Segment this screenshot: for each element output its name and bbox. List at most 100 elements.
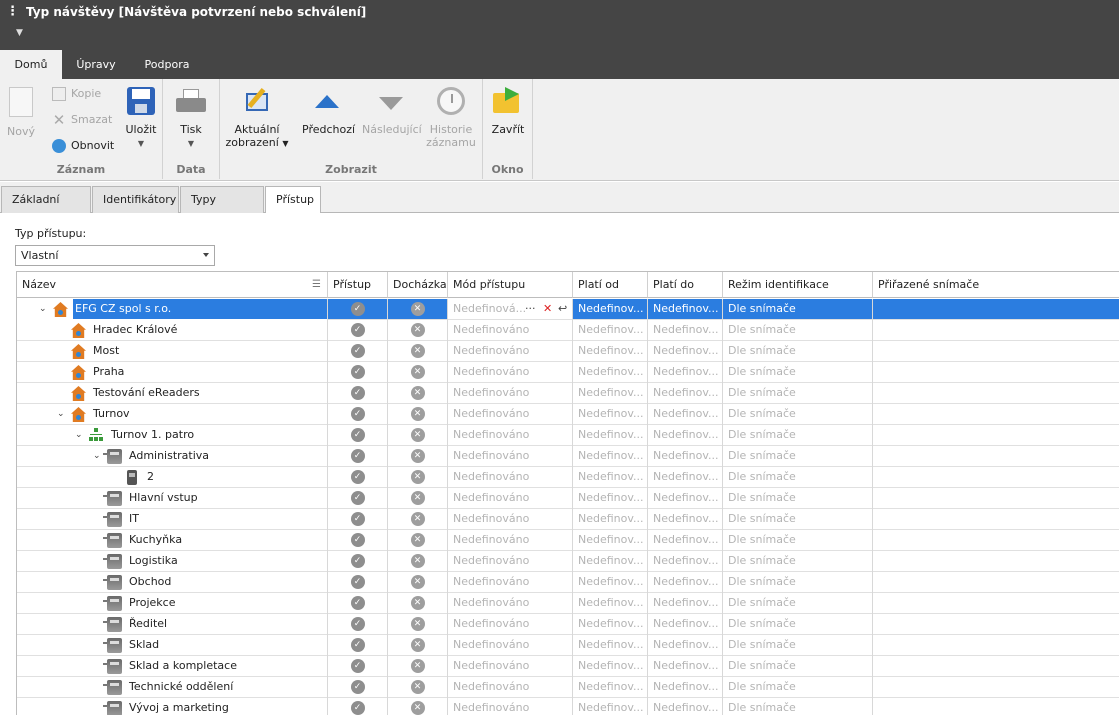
assigned-readers-cell[interactable] — [873, 425, 1119, 446]
chevron-down-icon[interactable] — [203, 253, 209, 257]
access-mode-cell[interactable]: Nedefinováno — [448, 467, 573, 488]
check-circle-icon[interactable]: ✓ — [350, 638, 365, 652]
ident-mode-cell[interactable]: Dle snímače — [723, 299, 873, 320]
access-mode-cell[interactable]: Nedefinová... ··· ✕ ↩ — [448, 299, 573, 320]
check-circle-icon[interactable]: ✓ — [350, 449, 365, 463]
valid-to-cell[interactable]: Nedefinov... — [648, 425, 723, 446]
name-cell[interactable]: Testování eReaders — [17, 383, 328, 404]
access-cell[interactable]: ✓ — [328, 509, 388, 530]
assigned-readers-cell[interactable] — [873, 530, 1119, 551]
ellipsis-icon[interactable]: ··· — [525, 299, 536, 319]
expand-chevron-icon[interactable]: ⌄ — [93, 446, 103, 466]
assigned-readers-cell[interactable] — [873, 572, 1119, 593]
valid-from-cell[interactable]: Nedefinov... — [573, 551, 648, 572]
valid-to-cell[interactable]: Nedefinov... — [648, 530, 723, 551]
valid-to-cell[interactable]: Nedefinov... — [648, 677, 723, 698]
access-cell[interactable]: ✓ — [328, 320, 388, 341]
check-circle-icon[interactable]: ✓ — [350, 428, 365, 442]
access-mode-cell[interactable]: Nedefinováno — [448, 341, 573, 362]
access-mode-cell[interactable]: Nedefinováno — [448, 572, 573, 593]
valid-from-cell[interactable]: Nedefinov... — [573, 404, 648, 425]
attendance-cell[interactable]: ✕ — [388, 467, 448, 488]
attendance-cell[interactable]: ✕ — [388, 488, 448, 509]
column-header-valid-from[interactable]: Platí od — [573, 272, 648, 298]
assigned-readers-cell[interactable] — [873, 362, 1119, 383]
valid-from-cell[interactable]: Nedefinov... — [573, 614, 648, 635]
valid-from-cell[interactable]: Nedefinov... — [573, 572, 648, 593]
access-mode-cell[interactable]: Nedefinováno — [448, 614, 573, 635]
valid-from-cell[interactable]: Nedefinov... — [573, 383, 648, 404]
valid-from-cell[interactable]: Nedefinov... — [573, 362, 648, 383]
previous-button[interactable]: Předchozí — [302, 85, 355, 136]
attendance-cell[interactable]: ✕ — [388, 593, 448, 614]
table-row[interactable]: IT ✓ ✕ Nedefinováno Nedefinov... Nedefinov...… — [17, 509, 1119, 530]
valid-to-cell[interactable]: Nedefinov... — [648, 446, 723, 467]
ident-mode-cell[interactable]: Dle snímače — [723, 677, 873, 698]
quick-access-dropdown-icon[interactable]: ▼ — [16, 28, 23, 38]
check-circle-icon[interactable]: ✓ — [350, 617, 365, 631]
attendance-cell[interactable]: ✕ — [388, 614, 448, 635]
assigned-readers-cell[interactable] — [873, 488, 1119, 509]
check-circle-icon[interactable]: ✓ — [350, 512, 365, 526]
valid-from-cell[interactable]: Nedefinov... — [573, 593, 648, 614]
name-cell[interactable]: Praha — [17, 362, 328, 383]
cross-circle-icon[interactable]: ✕ — [410, 638, 425, 652]
access-cell[interactable]: ✓ — [328, 467, 388, 488]
name-cell[interactable]: ⌄ EFG CZ spol s r.o. — [17, 299, 328, 320]
column-header-attendance[interactable]: Docházka — [388, 272, 448, 298]
next-button[interactable]: Následující — [362, 85, 422, 136]
attendance-cell[interactable]: ✕ — [388, 341, 448, 362]
valid-to-cell[interactable]: Nedefinov... — [648, 656, 723, 677]
ident-mode-cell[interactable]: Dle snímače — [723, 593, 873, 614]
copy-button[interactable]: Kopie — [52, 85, 101, 103]
assigned-readers-cell[interactable] — [873, 614, 1119, 635]
ident-mode-cell[interactable]: Dle snímače — [723, 488, 873, 509]
access-cell[interactable]: ✓ — [328, 593, 388, 614]
valid-to-cell[interactable]: Nedefinov... — [648, 698, 723, 715]
ident-mode-cell[interactable]: Dle snímače — [723, 320, 873, 341]
tab-edit[interactable]: Úpravy — [66, 50, 126, 79]
access-cell[interactable]: ✓ — [328, 446, 388, 467]
valid-to-cell[interactable]: Nedefinov... — [648, 509, 723, 530]
attendance-cell[interactable]: ✕ — [388, 698, 448, 715]
assigned-readers-cell[interactable] — [873, 656, 1119, 677]
attendance-cell[interactable]: ✕ — [388, 656, 448, 677]
save-dropdown-icon[interactable]: ▼ — [122, 137, 160, 150]
valid-from-cell[interactable]: Nedefinov... — [573, 635, 648, 656]
check-circle-icon[interactable]: ✓ — [350, 386, 365, 400]
check-circle-icon[interactable]: ✓ — [350, 302, 365, 316]
table-row[interactable]: ⌄ Administrativa ✓ ✕ Nedefinováno Nedefinov..… — [17, 446, 1119, 467]
attendance-cell[interactable]: ✕ — [388, 677, 448, 698]
ident-mode-cell[interactable]: Dle snímače — [723, 698, 873, 715]
access-cell[interactable]: ✓ — [328, 530, 388, 551]
assigned-readers-cell[interactable] — [873, 593, 1119, 614]
name-cell[interactable]: Projekce — [17, 593, 328, 614]
attendance-cell[interactable]: ✕ — [388, 572, 448, 593]
valid-from-cell[interactable]: Nedefinov... — [573, 698, 648, 715]
ident-mode-cell[interactable]: Dle snímače — [723, 404, 873, 425]
cross-circle-icon[interactable]: ✕ — [410, 407, 425, 421]
assigned-readers-cell[interactable] — [873, 341, 1119, 362]
close-button[interactable]: Zavřít — [489, 85, 527, 136]
expand-chevron-icon[interactable]: ⌄ — [57, 404, 67, 424]
attendance-cell[interactable]: ✕ — [388, 635, 448, 656]
check-circle-icon[interactable]: ✓ — [350, 680, 365, 694]
name-cell[interactable]: ⌄ Turnov 1. patro — [17, 425, 328, 446]
name-cell[interactable]: Sklad a kompletace — [17, 656, 328, 677]
access-cell[interactable]: ✓ — [328, 488, 388, 509]
check-circle-icon[interactable]: ✓ — [350, 575, 365, 589]
cross-circle-icon[interactable]: ✕ — [410, 596, 425, 610]
expand-chevron-icon[interactable]: ⌄ — [39, 299, 49, 319]
assigned-readers-cell[interactable] — [873, 299, 1119, 320]
tab-identifiers[interactable]: Identifikátory — [92, 186, 179, 213]
valid-from-cell[interactable]: Nedefinov... — [573, 425, 648, 446]
table-row[interactable]: Most ✓ ✕ Nedefinováno Nedefinov... Nedefinov.… — [17, 341, 1119, 362]
table-row[interactable]: Sklad a kompletace ✓ ✕ Nedefinováno Nedefino… — [17, 656, 1119, 677]
access-cell[interactable]: ✓ — [328, 383, 388, 404]
access-cell[interactable]: ✓ — [328, 341, 388, 362]
check-circle-icon[interactable]: ✓ — [350, 323, 365, 337]
check-circle-icon[interactable]: ✓ — [350, 596, 365, 610]
print-button[interactable]: Tisk ▼ — [173, 85, 209, 150]
access-mode-cell[interactable]: Nedefinováno — [448, 425, 573, 446]
valid-to-cell[interactable]: Nedefinov... — [648, 635, 723, 656]
